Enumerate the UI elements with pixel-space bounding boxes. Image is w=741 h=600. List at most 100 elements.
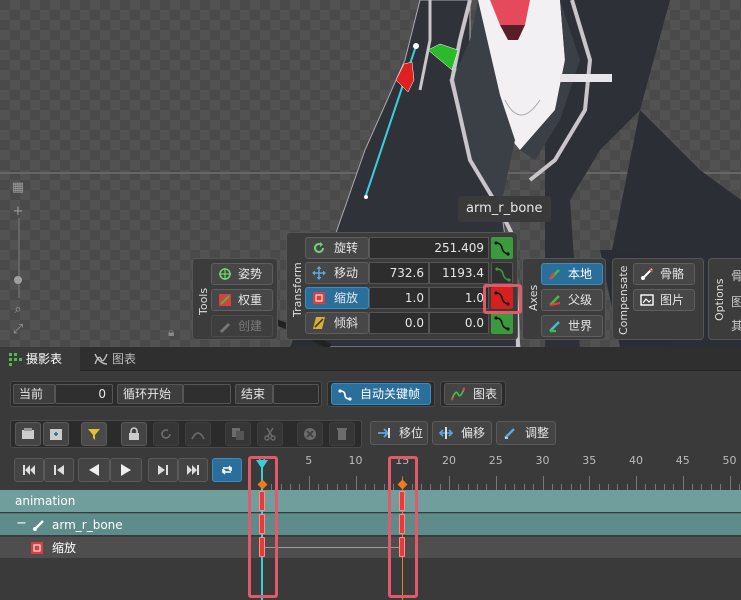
dopesheet-icon (9, 353, 22, 366)
axis-local-button[interactable]: 本地 (541, 263, 603, 285)
go-to-end-button[interactable] (178, 458, 208, 482)
create-button[interactable]: 创建 (211, 315, 273, 337)
move-row: 移动 732.6 1193.4 (305, 262, 515, 284)
move-icon (312, 266, 326, 280)
copy-button[interactable] (15, 422, 41, 446)
frame-range-group: 当前 0 循环开始 结束 (10, 381, 322, 407)
next-key-button[interactable] (148, 458, 178, 482)
delete-button[interactable] (329, 422, 355, 446)
ruler-tick (542, 476, 544, 490)
axis-world-label: 世界 (568, 319, 593, 333)
ruler-tick (495, 476, 497, 490)
local-axis-icon (549, 269, 560, 280)
shift-label: 偏移 (461, 426, 486, 440)
autokey-button[interactable]: 自动关键帧 (331, 383, 431, 405)
move-button[interactable]: 移动 (305, 262, 369, 284)
tools-panel: Tools 姿势 权重 创建 (192, 258, 278, 340)
weight-button[interactable]: 权重 (211, 289, 273, 311)
prev-key-button[interactable] (44, 458, 74, 482)
pose-icon (219, 268, 231, 280)
canvas-viewport[interactable]: ▦ + ⌕ ⤢ 🔒︎ arm_r_bone Tools 姿势 权重 创建 Tra… (0, 0, 741, 347)
lock-keys-button[interactable] (121, 422, 147, 446)
step-forward-icon (158, 465, 168, 475)
end-input[interactable] (273, 384, 319, 404)
timeline-ruler[interactable]: 0 5 10 15 20 25 30 35 40 45 50 (250, 452, 741, 490)
tab-graph[interactable]: 图表 (86, 347, 150, 371)
ruler-tick (449, 476, 450, 490)
ruler-tick (355, 476, 357, 490)
lock-icon (129, 427, 139, 440)
compensate-image-button[interactable]: 图片 (633, 289, 695, 311)
scale-button[interactable]: 缩放 (305, 287, 369, 309)
key-tools-bar: 移位 偏移 调整 (0, 418, 741, 450)
shear-label: 倾斜 (334, 316, 359, 330)
adjust-button[interactable]: 调整 (496, 421, 556, 445)
track-bone[interactable]: − arm_r_bone (0, 513, 741, 535)
bone-name-label: arm_r_bone (458, 196, 551, 222)
move-y-value[interactable]: 1193.4 (429, 262, 489, 284)
shear-button[interactable]: 倾斜 (305, 312, 369, 334)
zoom-slider-track[interactable] (18, 218, 20, 298)
shift-button[interactable]: 偏移 (432, 421, 492, 445)
fit-frame-icon[interactable]: ▦ (10, 180, 26, 196)
graph-button[interactable]: 图表 (444, 383, 502, 405)
scale-x-value[interactable]: 1.0 (369, 287, 429, 309)
options-item-3[interactable]: 其 (731, 317, 741, 334)
ruler-tick-label: 10 (348, 454, 363, 467)
curve-tool-button[interactable] (185, 422, 211, 446)
filter-button[interactable] (81, 422, 107, 446)
rotate-value[interactable]: 251.409 (369, 237, 489, 259)
shear-key-button[interactable] (491, 312, 513, 334)
compensate-bone-button[interactable]: 骨骼 (633, 263, 695, 285)
zoom-slider-knob[interactable] (14, 276, 22, 284)
duplicate-button[interactable] (225, 422, 251, 446)
axes-panel-title: Axes (527, 284, 540, 311)
shear-icon (313, 317, 325, 329)
options-item-2[interactable]: 图 (731, 293, 741, 310)
collapse-toggle-icon[interactable]: − (16, 516, 27, 531)
axis-parent-button[interactable]: 父级 (541, 289, 603, 311)
paste-button[interactable] (43, 422, 69, 446)
shear-y-value[interactable]: 0.0 (429, 312, 489, 334)
fit-screen-icon[interactable]: ⤢ (10, 322, 26, 338)
clear-button[interactable] (297, 422, 323, 446)
zoom-search-icon[interactable]: ⌕ (10, 302, 26, 318)
loop-toggle-button[interactable] (212, 458, 242, 482)
zoom-controls: ▦ + ⌕ ⤢ (8, 178, 30, 343)
move-x-value[interactable]: 732.6 (369, 262, 429, 284)
ruler-tick (636, 476, 637, 490)
track-animation[interactable]: animation (0, 490, 741, 512)
create-label: 创建 (238, 319, 263, 333)
options-item-1[interactable]: 骨 (731, 267, 741, 284)
axis-world-button[interactable]: 世界 (541, 315, 603, 337)
tab-dopesheet[interactable]: 摄影表 (0, 347, 80, 371)
scale-icon (313, 292, 325, 304)
rotate-button[interactable]: 旋转 (305, 237, 369, 259)
pose-button[interactable]: 姿势 (211, 263, 273, 285)
loop-start-input[interactable] (183, 384, 231, 404)
image-icon (640, 294, 654, 306)
rotate-key-button[interactable] (491, 237, 513, 259)
rotate-row: 旋转 251.409 (305, 237, 515, 259)
ruler-tick-label: 40 (629, 454, 643, 467)
current-frame-input[interactable]: 0 (55, 384, 113, 404)
cut-button[interactable] (257, 422, 283, 446)
autokey-icon (338, 389, 352, 401)
move-key-button[interactable] (491, 262, 513, 284)
tab-graph-label: 图表 (112, 352, 137, 366)
lock-icon[interactable]: 🔒︎ (168, 325, 174, 340)
ruler-tick-label: 25 (488, 454, 503, 467)
ruler-tick (682, 476, 684, 490)
go-to-start-button[interactable] (14, 458, 44, 482)
offset-button[interactable]: 移位 (370, 421, 428, 445)
play-button[interactable] (110, 458, 142, 482)
shear-x-value[interactable]: 0.0 (369, 312, 429, 334)
move-label: 移动 (334, 266, 359, 280)
track-scale[interactable]: 缩放 (0, 536, 741, 558)
play-backward-button[interactable] (78, 458, 110, 482)
adjust-icon (504, 428, 515, 439)
rotate-icon (314, 242, 324, 253)
loop-keys-button[interactable] (153, 422, 179, 446)
bone-icon (33, 520, 44, 531)
scale-y-value[interactable]: 1.0 (429, 287, 489, 309)
